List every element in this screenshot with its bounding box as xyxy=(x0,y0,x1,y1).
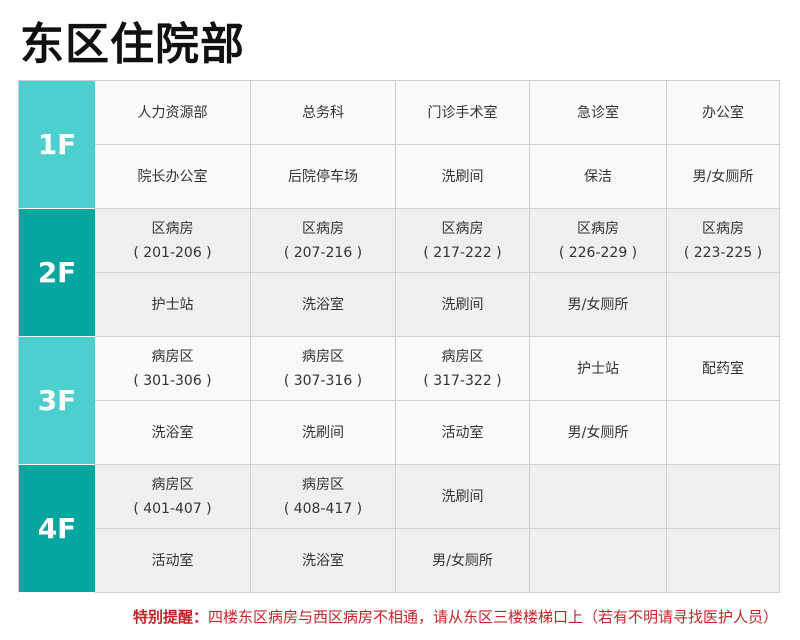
room-name: 区病房 xyxy=(441,220,484,237)
room-name: 男/女厕所 xyxy=(692,168,754,185)
floor-directory: 1F 人力资源部 总务科 门诊手术室 急诊室 办公室 院长办公室 后院停车场 洗刷间 保洁 男/女厕… xyxy=(18,80,780,593)
room-cell: 急诊室 xyxy=(530,81,667,145)
room-range: ( 408-417 ) xyxy=(283,500,363,517)
floor-label-2f: 2F xyxy=(19,209,95,336)
room-name: 区病房 xyxy=(577,220,619,237)
room-range: ( 401-407 ) xyxy=(133,500,212,517)
room-name: 护士站 xyxy=(577,360,619,377)
room-cell: 区病房 ( 201-206 ) xyxy=(95,209,251,273)
room-cell: 区病房 ( 226-229 ) xyxy=(530,209,667,273)
room-cell: 护士站 xyxy=(530,337,667,401)
room-cell: 院长办公室 xyxy=(95,145,251,209)
room-cell: 洗浴室 xyxy=(251,273,396,337)
room-name: 活动室 xyxy=(441,424,484,441)
room-cell: 区病房 ( 207-216 ) xyxy=(251,209,396,273)
room-cell xyxy=(667,465,780,529)
room-cell xyxy=(530,529,667,593)
room-name: 区病房 xyxy=(702,220,744,237)
floor-label-1f: 1F xyxy=(19,81,95,208)
room-name: 区病房 xyxy=(302,220,344,237)
floor-label-4f: 4F xyxy=(19,465,95,592)
room-range: ( 217-222 ) xyxy=(423,244,502,261)
room-cell: 门诊手术室 xyxy=(396,81,530,145)
room-name: 洗刷间 xyxy=(441,296,484,313)
room-name: 门诊手术室 xyxy=(427,104,498,121)
room-name: 洗刷间 xyxy=(441,168,484,185)
room-name: 急诊室 xyxy=(577,104,619,121)
room-cell xyxy=(667,273,780,337)
room-cell: 洗刷间 xyxy=(396,273,530,337)
room-name: 洗浴室 xyxy=(151,424,194,441)
room-cell: 病房区 ( 401-407 ) xyxy=(95,465,251,529)
room-cell: 洗刷间 xyxy=(396,465,530,529)
room-cell: 护士站 xyxy=(95,273,251,337)
room-cell: 病房区 ( 317-322 ) xyxy=(396,337,530,401)
room-cell: 男/女厕所 xyxy=(396,529,530,593)
room-name: 洗刷间 xyxy=(302,424,344,441)
room-cell: 病房区 ( 408-417 ) xyxy=(251,465,396,529)
room-name: 病房区 xyxy=(441,348,484,365)
room-range: ( 226-229 ) xyxy=(558,244,638,261)
notice-text: 四楼东区病房与西区病房不相通，请从东区三楼楼梯口上（若有不明请寻找医护人员） xyxy=(207,608,778,626)
page-title: 东区住院部 xyxy=(20,19,245,70)
room-name: 护士站 xyxy=(151,296,194,313)
room-name: 男/女厕所 xyxy=(567,424,629,441)
room-name: 后院停车场 xyxy=(288,168,358,185)
room-cell: 洗刷间 xyxy=(396,145,530,209)
room-name: 病房区 xyxy=(151,348,194,365)
room-name: 区病房 xyxy=(151,220,194,237)
room-cell: 活动室 xyxy=(95,529,251,593)
room-cell: 男/女厕所 xyxy=(530,401,667,465)
room-cell xyxy=(530,465,667,529)
room-name: 保洁 xyxy=(584,168,612,185)
room-cell: 后院停车场 xyxy=(251,145,396,209)
room-range: ( 201-206 ) xyxy=(133,244,212,261)
room-cell: 保洁 xyxy=(530,145,667,209)
room-name: 人力资源部 xyxy=(137,104,208,121)
room-range: ( 301-306 ) xyxy=(133,372,212,389)
room-name: 洗刷间 xyxy=(441,488,484,505)
notice: 特别提醒：四楼东区病房与西区病房不相通，请从东区三楼楼梯口上（若有不明请寻找医护… xyxy=(133,606,778,627)
room-name: 活动室 xyxy=(151,552,194,569)
room-cell: 洗浴室 xyxy=(251,529,396,593)
room-range: ( 223-225 ) xyxy=(683,244,763,261)
room-name: 男/女厕所 xyxy=(432,552,493,569)
room-cell: 配药室 xyxy=(667,337,780,401)
room-name: 洗浴室 xyxy=(302,552,344,569)
room-cell: 洗刷间 xyxy=(251,401,396,465)
room-cell: 男/女厕所 xyxy=(667,145,780,209)
room-name: 总务科 xyxy=(302,104,344,121)
room-cell: 人力资源部 xyxy=(95,81,251,145)
room-cell: 办公室 xyxy=(667,81,780,145)
notice-label: 特别提醒： xyxy=(132,608,208,626)
room-name: 病房区 xyxy=(302,348,344,365)
room-cell: 洗浴室 xyxy=(95,401,251,465)
room-name: 办公室 xyxy=(702,104,744,121)
floor-label-3f: 3F xyxy=(19,337,95,464)
room-name: 病房区 xyxy=(151,476,194,493)
room-cell: 男/女厕所 xyxy=(530,273,667,337)
room-cell: 总务科 xyxy=(251,81,396,145)
room-range: ( 307-316 ) xyxy=(283,372,363,389)
room-name: 洗浴室 xyxy=(302,296,344,313)
room-name: 男/女厕所 xyxy=(567,296,629,313)
room-cell xyxy=(667,401,780,465)
room-name: 配药室 xyxy=(702,360,744,377)
room-range: ( 317-322 ) xyxy=(423,372,502,389)
room-range: ( 207-216 ) xyxy=(283,244,363,261)
room-name: 病房区 xyxy=(302,476,344,493)
room-cell xyxy=(667,529,780,593)
room-cell: 病房区 ( 307-316 ) xyxy=(251,337,396,401)
room-cell: 区病房 ( 217-222 ) xyxy=(396,209,530,273)
room-cell: 活动室 xyxy=(396,401,530,465)
room-name: 院长办公室 xyxy=(137,168,208,185)
room-cell: 病房区 ( 301-306 ) xyxy=(95,337,251,401)
room-cell: 区病房 ( 223-225 ) xyxy=(667,209,780,273)
